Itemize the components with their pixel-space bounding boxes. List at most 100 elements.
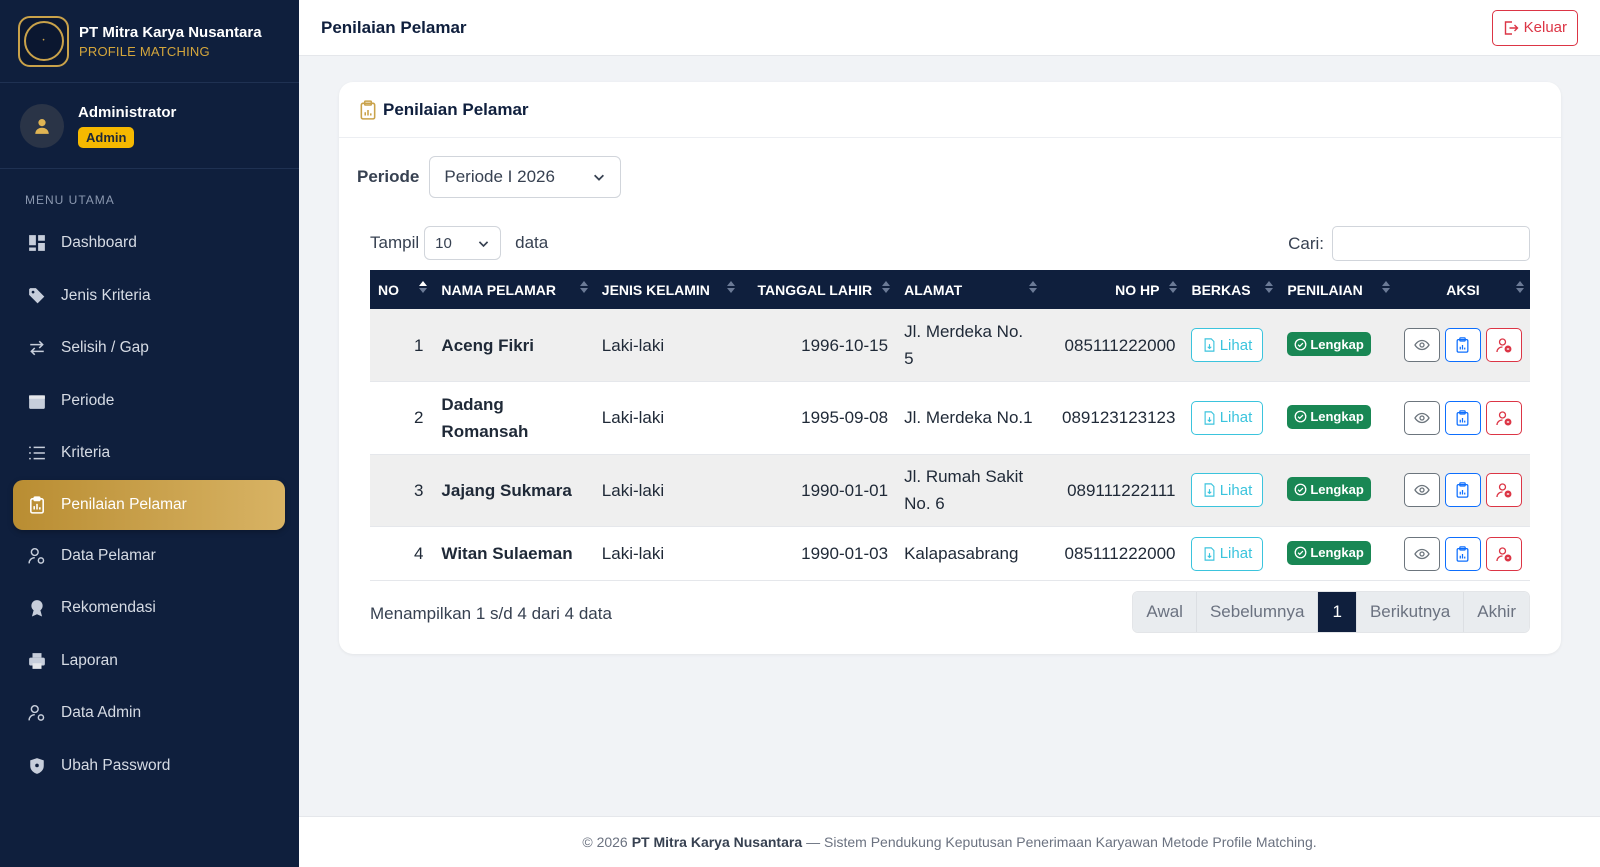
sidebar-item-data-admin[interactable]: Data Admin	[0, 687, 286, 740]
sidebar-item-periode[interactable]: Periode	[0, 375, 286, 428]
view-button[interactable]	[1403, 328, 1440, 362]
topbar: Penilaian Pelamar Keluar	[299, 0, 1600, 56]
sidebar-item-selisih-gap[interactable]: Selisih / Gap	[0, 322, 286, 375]
cell-phone: 089123123123	[1042, 381, 1184, 455]
logout-icon	[1504, 20, 1519, 35]
col-header-tanggal-lahir[interactable]: TANGGAL LAHIR	[741, 270, 896, 309]
view-button[interactable]	[1403, 536, 1440, 571]
delete-button[interactable]	[1485, 400, 1522, 435]
user-gear-icon	[27, 546, 47, 566]
award-icon	[27, 598, 47, 618]
cell-actions	[1395, 454, 1530, 527]
clipboard-icon	[360, 99, 376, 120]
assess-button[interactable]	[1444, 536, 1481, 571]
sidebar-item-label: Selisih / Gap	[61, 339, 149, 357]
sidebar-item-ubah-password[interactable]: Ubah Password	[0, 740, 286, 793]
sidebar-item-label: Dashboard	[61, 234, 137, 252]
brand[interactable]: • PT Mitra Karya Nusantara PROFILE MATCH…	[0, 0, 299, 83]
view-button[interactable]	[1403, 473, 1440, 508]
col-header-nama[interactable]: NAMA PELAMAR	[433, 270, 593, 309]
clipboard-icon	[27, 495, 47, 515]
sidebar-item-data-pelamar[interactable]: Data Pelamar	[0, 530, 286, 583]
col-header-no[interactable]: NO	[370, 270, 433, 309]
sidebar-item-label: Penilaian Pelamar	[61, 495, 187, 513]
file-icon	[1204, 483, 1215, 497]
period-select[interactable]: Periode I 2026	[429, 156, 622, 198]
printer-icon	[27, 651, 47, 671]
card-title: Penilaian Pelamar	[383, 99, 529, 119]
chevron-down-icon	[594, 174, 605, 181]
sidebar-item-laporan[interactable]: Laporan	[0, 635, 286, 688]
delete-button[interactable]	[1485, 536, 1522, 571]
delete-button[interactable]	[1485, 473, 1522, 508]
sidebar-item-label: Kriteria	[61, 444, 111, 462]
page-current-button[interactable]: 1	[1318, 592, 1357, 632]
status-badge: Lengkap	[1287, 332, 1371, 356]
clipboard-icon	[1457, 482, 1469, 498]
col-header-aksi[interactable]: AKSI	[1396, 270, 1530, 309]
sidebar-item-label: Data Admin	[61, 704, 142, 722]
cell-gender: Laki-laki	[593, 381, 742, 455]
eye-icon	[1414, 485, 1430, 496]
cell-gender: Laki-laki	[593, 454, 742, 527]
user-panel: Administrator Admin	[0, 83, 299, 169]
data-label: data	[515, 233, 549, 252]
cell-no: 4	[370, 526, 434, 581]
sidebar-item-dashboard[interactable]: Dashboard	[0, 217, 286, 270]
col-header-berkas[interactable]: BERKAS	[1183, 270, 1279, 309]
clipboard-icon	[1457, 545, 1469, 562]
list-icon	[27, 443, 47, 463]
sidebar-item-label: Data Pelamar	[61, 546, 156, 564]
sidebar-item-label: Rekomendasi	[61, 599, 156, 617]
show-label: Tampil	[370, 233, 420, 252]
page-first-button[interactable]: Awal	[1133, 592, 1197, 632]
user-remove-icon	[1496, 338, 1512, 353]
cell-actions	[1395, 381, 1530, 455]
cell-phone: 085111222000	[1042, 309, 1184, 382]
sidebar-item-jenis-kriteria[interactable]: Jenis Kriteria	[0, 270, 286, 323]
logout-label: Keluar	[1523, 19, 1567, 36]
menu-section-title: MENU UTAMA	[25, 193, 115, 207]
tag-icon	[27, 286, 47, 306]
view-file-button[interactable]: Lihat	[1191, 536, 1264, 571]
sidebar-item-kriteria[interactable]: Kriteria	[0, 427, 286, 480]
check-circle-icon	[1294, 410, 1307, 423]
page-prev-button[interactable]: Sebelumnya	[1196, 592, 1319, 632]
logout-button[interactable]: Keluar	[1491, 9, 1578, 46]
sidebar-item-penilaian-pelamar[interactable]: Penilaian Pelamar	[13, 479, 285, 530]
page-next-button[interactable]: Berikutnya	[1356, 592, 1465, 632]
file-icon	[1204, 338, 1215, 352]
sidebar-item-rekomendasi[interactable]: Rekomendasi	[0, 582, 286, 635]
delete-button[interactable]	[1485, 328, 1522, 362]
avatar	[20, 103, 64, 148]
footer-company: PT Mitra Karya Nusantara	[631, 834, 803, 850]
page-last-button[interactable]: Akhir	[1464, 592, 1529, 632]
col-header-alamat[interactable]: ALAMAT	[896, 270, 1043, 309]
cell-phone: 089111222111	[1042, 454, 1184, 527]
assess-button[interactable]	[1444, 473, 1481, 508]
col-header-no-hp[interactable]: NO HP	[1043, 270, 1184, 309]
table-row: 3 Jajang Sukmara Laki-laki 1990-01-01 Jl…	[370, 454, 1530, 527]
cell-no: 3	[370, 454, 434, 527]
status-badge: Lengkap	[1287, 477, 1371, 502]
view-file-button[interactable]: Lihat	[1191, 328, 1264, 362]
view-file-button[interactable]: Lihat	[1191, 400, 1264, 435]
col-header-penilaian[interactable]: PENILAIAN	[1279, 270, 1396, 309]
chevron-down-icon	[478, 240, 489, 247]
view-file-button[interactable]: Lihat	[1191, 473, 1264, 508]
eye-icon	[1414, 412, 1430, 423]
assess-button[interactable]	[1444, 328, 1481, 362]
clipboard-icon	[1457, 410, 1469, 426]
page-length-select[interactable]: 10	[424, 226, 502, 260]
pagination: Awal Sebelumnya 1 Berikutnya Akhir	[1132, 591, 1530, 633]
search-label: Cari:	[1288, 233, 1324, 253]
col-header-jenis-kelamin[interactable]: JENIS KELAMIN	[594, 270, 742, 309]
check-circle-icon	[1294, 483, 1307, 496]
search-input[interactable]	[1332, 226, 1530, 261]
cell-address: Jl. Merdeka No. 5	[896, 309, 1043, 382]
assess-button[interactable]	[1444, 400, 1481, 435]
view-button[interactable]	[1403, 400, 1440, 435]
swap-arrows-icon	[27, 338, 47, 358]
cell-actions	[1395, 309, 1530, 382]
page-length-control: Tampil 10 data	[370, 226, 548, 260]
